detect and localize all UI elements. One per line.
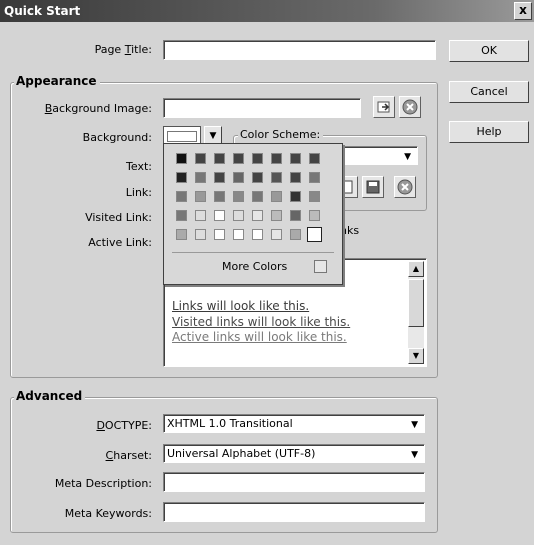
background-color-swatch <box>167 131 197 142</box>
color-swatch[interactable] <box>271 229 282 240</box>
color-swatch[interactable] <box>271 153 282 164</box>
close-icon[interactable]: x <box>514 2 532 20</box>
meta-description-label: Meta Description: <box>54 477 152 490</box>
color-swatch[interactable] <box>309 191 320 202</box>
color-swatch[interactable] <box>214 191 225 202</box>
link-label: Link: <box>125 186 152 199</box>
color-scheme-label: Color Scheme: <box>238 128 324 141</box>
page-title-label: Page Title: <box>94 43 152 56</box>
color-swatch[interactable] <box>195 229 206 240</box>
color-swatch[interactable] <box>195 210 206 221</box>
help-button[interactable]: Help <box>449 121 529 143</box>
chevron-down-icon: ▼ <box>411 420 418 430</box>
color-swatch[interactable] <box>214 229 225 240</box>
browse-icon <box>377 101 390 113</box>
color-swatch[interactable] <box>176 210 187 221</box>
doctype-value: XHTML 1.0 Transitional <box>167 417 293 430</box>
page-title-input[interactable] <box>163 40 436 60</box>
color-swatch[interactable] <box>233 153 244 164</box>
scroll-up-icon[interactable]: ▲ <box>408 261 424 277</box>
color-swatch[interactable] <box>214 153 225 164</box>
charset-label: Charset: <box>105 449 152 462</box>
background-image-label: Background Image: <box>44 102 152 115</box>
color-swatch[interactable] <box>233 172 244 183</box>
visited-link-label: Visited Link: <box>85 211 152 224</box>
color-swatch[interactable] <box>307 227 322 242</box>
color-swatch[interactable] <box>309 153 320 164</box>
scheme-delete-button[interactable] <box>394 176 416 198</box>
chevron-down-icon: ▼ <box>411 450 418 460</box>
more-colors-swatch[interactable] <box>314 260 327 273</box>
color-swatch[interactable] <box>233 191 244 202</box>
doctype-select[interactable]: XHTML 1.0 Transitional ▼ <box>163 414 425 433</box>
color-swatch[interactable] <box>195 172 206 183</box>
color-swatch[interactable] <box>252 172 263 183</box>
color-swatch[interactable] <box>252 229 263 240</box>
background-image-input[interactable] <box>163 98 361 118</box>
doctype-label: DOCTYPE: <box>96 419 152 432</box>
color-swatch[interactable] <box>195 153 206 164</box>
clear-background-image-button[interactable] <box>399 96 421 118</box>
color-swatch[interactable] <box>252 191 263 202</box>
background-label: Background: <box>82 131 152 144</box>
color-swatch[interactable] <box>176 153 187 164</box>
color-swatch[interactable] <box>290 153 301 164</box>
color-swatch[interactable] <box>176 191 187 202</box>
delete-icon <box>397 179 413 195</box>
scheme-save-button[interactable] <box>362 176 384 198</box>
color-swatch[interactable] <box>214 210 225 221</box>
meta-description-input[interactable] <box>163 472 425 492</box>
more-colors-link[interactable]: More Colors <box>222 260 287 273</box>
clear-icon <box>402 99 418 115</box>
color-swatch[interactable] <box>271 172 282 183</box>
meta-keywords-label: Meta Keywords: <box>64 507 152 520</box>
color-swatch[interactable] <box>195 191 206 202</box>
scroll-down-icon[interactable]: ▼ <box>408 348 424 364</box>
color-swatch[interactable] <box>271 210 282 221</box>
charset-select[interactable]: Universal Alphabet (UTF-8) ▼ <box>163 444 425 463</box>
color-swatch[interactable] <box>252 153 263 164</box>
color-swatch[interactable] <box>290 191 301 202</box>
color-swatch[interactable] <box>290 210 301 221</box>
color-swatch[interactable] <box>290 229 301 240</box>
charset-value: Universal Alphabet (UTF-8) <box>167 447 316 460</box>
window-title: Quick Start <box>4 4 81 18</box>
save-icon <box>366 180 380 194</box>
browse-button[interactable] <box>373 96 395 118</box>
color-swatch[interactable] <box>176 229 187 240</box>
preview-scrollbar[interactable]: ▲ ▼ <box>408 261 424 364</box>
visited-link-preview: Visited links will look like this. <box>172 315 351 329</box>
active-link-label: Active Link: <box>88 236 152 249</box>
color-swatch[interactable] <box>309 172 320 183</box>
ok-button[interactable]: OK <box>449 40 529 62</box>
color-swatch[interactable] <box>214 172 225 183</box>
color-palette-popup: More Colors <box>163 143 343 285</box>
cancel-button[interactable]: Cancel <box>449 81 529 103</box>
color-swatch[interactable] <box>290 172 301 183</box>
color-swatch[interactable] <box>271 191 282 202</box>
color-swatch[interactable] <box>309 210 320 221</box>
color-swatch[interactable] <box>233 229 244 240</box>
text-label: Text: <box>126 160 152 173</box>
title-bar: Quick Start x <box>0 0 534 22</box>
active-link-preview: Active links will look like this. <box>172 330 347 344</box>
meta-keywords-input[interactable] <box>163 502 425 522</box>
appearance-title: Appearance <box>14 74 100 88</box>
scroll-thumb[interactable] <box>408 279 424 327</box>
color-swatch[interactable] <box>233 210 244 221</box>
color-swatch[interactable] <box>252 210 263 221</box>
link-preview: Links will look like this. <box>172 299 310 313</box>
color-swatch[interactable] <box>176 172 187 183</box>
palette-divider <box>172 252 334 253</box>
chevron-down-icon: ▼ <box>404 152 411 162</box>
advanced-title: Advanced <box>14 389 86 403</box>
